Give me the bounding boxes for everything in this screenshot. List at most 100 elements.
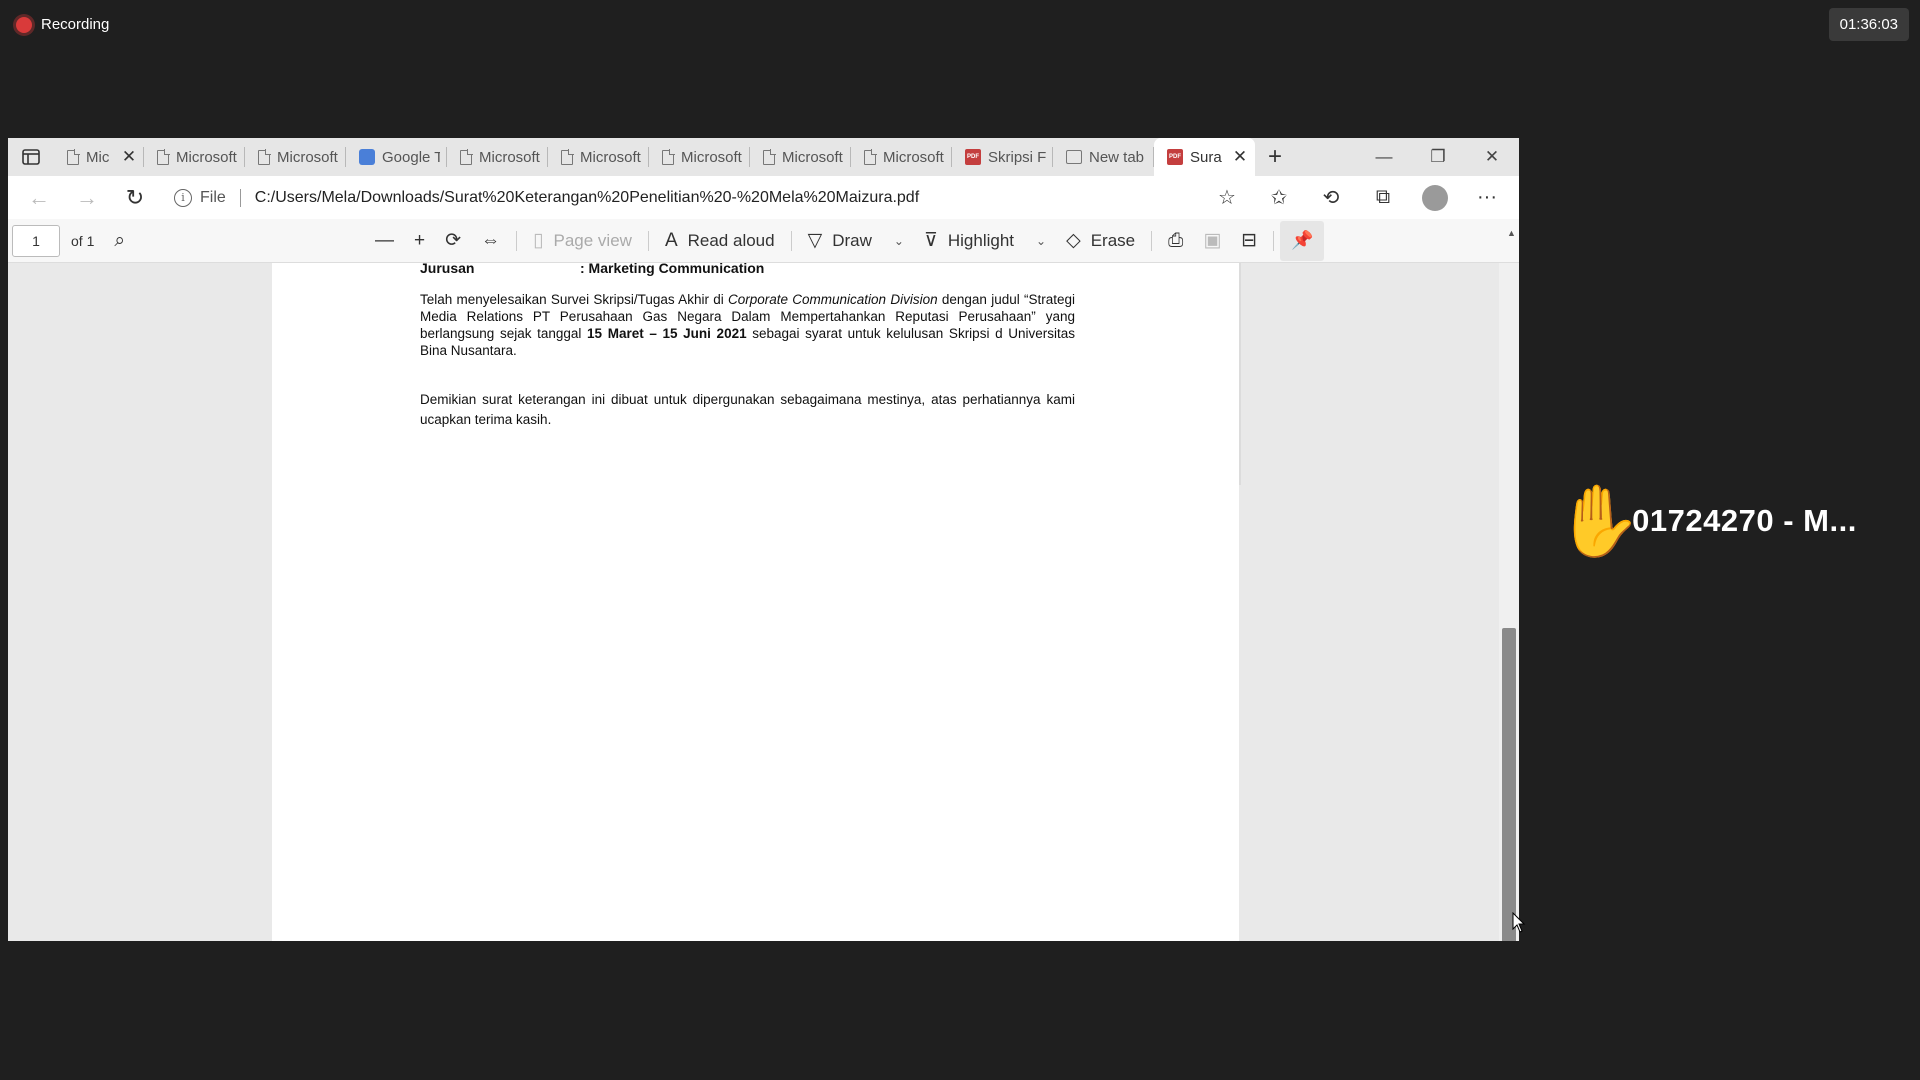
page-number-input[interactable]: 1: [12, 224, 60, 257]
toolbar-divider: [1273, 230, 1275, 251]
fit-width-icon: ⇔: [481, 229, 501, 251]
document-icon: [460, 148, 473, 165]
pdf-icon: PDF: [965, 149, 981, 165]
back-button[interactable]: ←: [18, 181, 60, 215]
read-aloud-label: Read aloud: [687, 230, 775, 250]
chevron-down-icon[interactable]: ⌄: [1036, 234, 1046, 248]
browser-window: Mic ✕ Microsoft Microsoft Google T Micro…: [8, 138, 1519, 941]
add-favorite-button[interactable]: ☆: [1205, 181, 1249, 215]
pdf-viewer: Jurusan : Marketing Communication Telah …: [8, 263, 1519, 941]
page-view-button[interactable]: ▯ Page view: [523, 225, 642, 257]
browser-tab[interactable]: Microsoft: [245, 138, 346, 176]
site-info-button[interactable]: i File: [174, 188, 226, 207]
tab-close-icon[interactable]: ✕: [1232, 147, 1248, 167]
tab-label: Microsoft: [176, 148, 237, 166]
tab-label: Microsoft: [479, 148, 540, 166]
window-controls: — ❐ ✕: [1357, 138, 1519, 176]
toolbar-divider: [516, 230, 518, 251]
address-separator: [239, 188, 241, 207]
zoom-in-button[interactable]: +: [404, 225, 435, 257]
vertical-scrollbar[interactable]: [1499, 263, 1519, 941]
tab-label: Sura: [1190, 148, 1222, 166]
browser-tab[interactable]: New tab: [1053, 138, 1154, 176]
erase-button[interactable]: ◇ Erase: [1056, 225, 1145, 257]
minimize-button[interactable]: —: [1357, 138, 1411, 176]
chevron-down-icon[interactable]: ⌄: [894, 234, 904, 248]
browser-tab[interactable]: Microsoft: [144, 138, 245, 176]
highlight-button[interactable]: ⊽ Highlight ⌄: [914, 225, 1056, 257]
rotate-button[interactable]: ⟳: [435, 225, 471, 257]
new-tab-icon: [1066, 150, 1082, 164]
page-view-icon: ▯: [533, 230, 544, 251]
erase-label: Erase: [1090, 230, 1136, 250]
tab-label: New tab: [1089, 148, 1145, 166]
recording-indicator: Recording: [16, 16, 109, 33]
browser-tab[interactable]: Microsoft: [649, 138, 750, 176]
save-as-icon: ⊟: [1241, 230, 1258, 251]
record-dot-icon: [16, 16, 32, 33]
collections-button[interactable]: ⧉: [1361, 181, 1405, 215]
participant-name: 01724270 - M...: [1632, 503, 1857, 538]
refresh-button[interactable]: ↻: [114, 181, 156, 215]
rotate-icon: ⟳: [445, 230, 462, 251]
find-button[interactable]: ⌕: [104, 225, 135, 257]
pin-toolbar-button[interactable]: 📌: [1280, 220, 1325, 261]
tab-actions-button[interactable]: [8, 138, 54, 176]
history-button[interactable]: ⟲: [1309, 181, 1353, 215]
toolbar-divider: [647, 230, 649, 251]
document-icon: [157, 148, 170, 165]
browser-tab[interactable]: Microsoft: [548, 138, 649, 176]
history-icon: ⟲: [1322, 187, 1340, 209]
tab-label: Microsoft: [681, 148, 742, 166]
scrollbar-thumb[interactable]: [1502, 628, 1516, 941]
minus-icon: —: [375, 229, 394, 251]
favorites-icon: ✩: [1270, 187, 1288, 209]
zoom-out-button[interactable]: —: [365, 225, 404, 257]
save-as-button[interactable]: ⊟: [1231, 225, 1267, 257]
highlighter-icon: ⊽: [923, 230, 938, 251]
new-tab-button[interactable]: +: [1255, 138, 1295, 176]
draw-label: Draw: [832, 230, 872, 250]
jurusan-row: Jurusan : Marketing Communication: [420, 263, 1075, 277]
restore-button[interactable]: ❐: [1411, 138, 1465, 176]
favorites-button[interactable]: ✩: [1257, 181, 1301, 215]
tab-label: Mic: [86, 148, 110, 166]
browser-tab[interactable]: Microsoft: [750, 138, 851, 176]
document-icon: [763, 148, 776, 165]
jurusan-label: Jurusan: [420, 263, 475, 276]
document-icon: [662, 148, 675, 165]
highlight-label: Highlight: [947, 230, 1015, 250]
browser-tab-active[interactable]: PDF Sura ✕: [1154, 138, 1255, 176]
url-text[interactable]: C:/Users/Mela/Downloads/Surat%20Keterang…: [255, 189, 919, 207]
save-button[interactable]: ▣: [1193, 225, 1231, 257]
browser-tab[interactable]: Microsoft: [447, 138, 548, 176]
document-icon: [258, 148, 271, 165]
tab-close-icon[interactable]: ✕: [121, 147, 137, 167]
browser-tab[interactable]: Google T: [346, 138, 447, 176]
printer-icon: ⎙: [1168, 229, 1184, 251]
forward-button[interactable]: →: [66, 181, 108, 215]
close-window-button[interactable]: ✕: [1465, 138, 1519, 176]
print-button[interactable]: ⎙: [1158, 225, 1193, 257]
draw-button[interactable]: ▽ Draw ⌄: [798, 225, 914, 257]
read-aloud-button[interactable]: A Read aloud: [655, 225, 785, 257]
star-add-icon: ☆: [1218, 187, 1236, 209]
tab-label: Microsoft: [782, 148, 843, 166]
forward-arrow-icon: →: [76, 184, 98, 210]
profile-avatar[interactable]: [1422, 184, 1448, 211]
toolbar-divider: [790, 230, 792, 251]
para1-italic: Corporate Communication Division: [727, 292, 938, 307]
browser-tab[interactable]: Mic ✕: [54, 138, 144, 176]
document-icon: [864, 148, 877, 165]
settings-more-button[interactable]: ···: [1465, 181, 1509, 215]
scroll-up-arrow-icon[interactable]: ▲: [1507, 228, 1916, 238]
mouse-cursor-icon: [1512, 912, 1526, 933]
browser-tab[interactable]: PDF Skripsi Fi: [952, 138, 1053, 176]
address-bar[interactable]: i File C:/Users/Mela/Downloads/Surat%20K…: [162, 181, 1199, 215]
recording-label: Recording: [41, 16, 110, 33]
document-icon: [561, 148, 574, 165]
raised-hand-icon: ✋: [1555, 482, 1643, 560]
browser-tab[interactable]: Microsoft: [851, 138, 952, 176]
para1-dates: 15 Maret – 15 Juni 2021: [587, 326, 747, 341]
fit-page-button[interactable]: ⇔: [471, 225, 510, 257]
